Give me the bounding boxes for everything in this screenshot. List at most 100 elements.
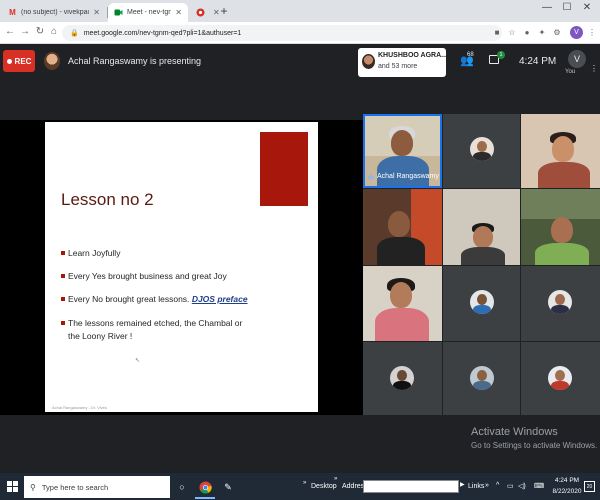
star-icon[interactable]: ☆ — [507, 28, 517, 37]
extension-icon[interactable]: ✦ — [537, 28, 547, 37]
person-head — [473, 226, 493, 248]
slide-bullet: The lessons remained etched, the Chambal… — [61, 317, 246, 343]
keyboard-icon[interactable]: ⌨ — [534, 482, 544, 490]
record-dot-icon — [6, 58, 12, 64]
chat-badge: 1 — [497, 51, 505, 59]
self-avatar[interactable]: V — [568, 50, 586, 68]
home-icon[interactable]: ⌂ — [48, 26, 60, 37]
presenter-avatar — [44, 52, 60, 70]
address-toolbar-input[interactable] — [363, 480, 459, 493]
toolbar-expand-icon[interactable]: » — [303, 480, 306, 486]
minimize-icon[interactable]: — — [540, 2, 554, 13]
speaking-icon — [368, 174, 374, 180]
address-bar-row: ← → ↻ ⌂ 🔒 meet.google.com/nev-tgnm-qed?p… — [0, 22, 600, 44]
more-menu-icon[interactable]: ⋮ — [587, 28, 597, 37]
network-icon[interactable]: ▭ — [507, 482, 514, 490]
tab-title: Meet - nev-tgnm-qed — [127, 9, 172, 16]
slide-footer: Achal Rangaswamy - Dr. Vivek — [52, 405, 107, 410]
reload-icon[interactable]: ↻ — [34, 26, 46, 37]
video-tile[interactable] — [521, 189, 600, 265]
url-text: meet.google.com/nev-tgnm-qed?pli=1&authu… — [83, 29, 242, 37]
video-tile[interactable] — [521, 342, 600, 415]
person-head — [391, 130, 413, 156]
url-input[interactable]: 🔒 meet.google.com/nev-tgnm-qed?pli=1&aut… — [62, 25, 502, 41]
pinned-app-icon[interactable]: ✎ — [218, 476, 238, 498]
person-head — [390, 282, 412, 308]
video-tile[interactable] — [443, 114, 520, 188]
person-head — [388, 211, 410, 237]
links-toolbar-label[interactable]: Links — [468, 483, 484, 490]
slide-bullet: Every Yes brought business and great Joy — [61, 270, 251, 283]
lock-icon: 🔒 — [70, 30, 79, 37]
settings-icon[interactable]: ⚙ — [552, 28, 562, 37]
tray-time[interactable]: 4:24 PM — [550, 477, 584, 484]
slide-accent-block — [260, 132, 308, 206]
close-icon[interactable]: ✕ — [93, 8, 100, 17]
chrome-taskbar-icon[interactable] — [195, 476, 215, 498]
video-tile[interactable] — [443, 342, 520, 415]
go-icon[interactable]: ▶ — [460, 481, 465, 488]
video-tile[interactable] — [443, 266, 520, 341]
person-head — [552, 136, 574, 162]
camera-icon[interactable]: ■ — [492, 28, 502, 37]
video-tile[interactable] — [443, 189, 520, 265]
toolbar-expand-icon[interactable]: » — [334, 476, 337, 482]
joined-name: KHUSHBOO AGRA... — [378, 52, 447, 59]
joined-more: and 53 more — [378, 63, 418, 70]
taskbar-search-input[interactable]: ⚲ Type here to search — [24, 476, 170, 498]
joined-notification[interactable]: KHUSHBOO AGRA... and 53 more — [358, 48, 447, 77]
participant-avatar — [548, 290, 572, 314]
notification-center-icon[interactable]: 20 — [584, 481, 595, 492]
person-head — [551, 217, 573, 243]
self-label: You — [565, 69, 576, 75]
mouse-cursor: ↖ — [135, 358, 141, 364]
person-body — [377, 237, 425, 265]
participant-avatar — [470, 366, 494, 390]
participant-avatar — [470, 290, 494, 314]
back-icon[interactable]: ← — [4, 26, 16, 37]
active-app-indicator — [195, 497, 215, 499]
video-tile[interactable] — [363, 189, 442, 265]
slide-bullet: Learn Joyfully — [61, 247, 251, 260]
activate-windows-subtitle: Go to Settings to activate Windows. — [471, 441, 598, 450]
recording-indicator: REC — [3, 50, 35, 72]
tab-title: (no subject) - vivekpachauri@it... — [21, 9, 89, 16]
record-icon — [196, 8, 205, 17]
tab-gmail[interactable]: M (no subject) - vivekpachauri@it... ✕ — [2, 3, 106, 22]
video-tile[interactable] — [363, 342, 442, 415]
desktop-toolbar-label[interactable]: Desktop — [311, 483, 337, 490]
video-tile[interactable] — [521, 266, 600, 341]
tab-recorder[interactable]: ✕ — [190, 3, 220, 22]
speaker-name-tag: Achal Rangaswamy — [377, 173, 439, 180]
tray-up-arrow-icon[interactable]: ^ — [496, 482, 499, 489]
more-options-icon[interactable]: ⋮ — [590, 64, 598, 73]
task-view-icon[interactable]: ○ — [172, 476, 192, 498]
forward-icon[interactable]: → — [19, 26, 31, 37]
video-tile[interactable] — [521, 114, 600, 188]
record-extension-icon[interactable]: ● — [522, 28, 532, 37]
person-body — [377, 156, 429, 186]
meet-icon — [114, 8, 123, 17]
tab-meet[interactable]: Meet - nev-tgnm-qed ✕ — [108, 3, 188, 22]
tray-date[interactable]: 8/22/2020 — [550, 488, 584, 495]
video-tile[interactable] — [363, 266, 442, 341]
profile-avatar[interactable]: V — [570, 26, 583, 39]
close-window-icon[interactable]: ✕ — [580, 2, 594, 13]
browser-tab-strip: M (no subject) - vivekpachauri@it... ✕ M… — [0, 0, 600, 22]
windows-start-icon[interactable] — [7, 481, 18, 492]
bullet-marker — [61, 274, 65, 278]
person-body — [375, 308, 429, 341]
presenting-text: Achal Rangaswamy is presenting — [68, 56, 202, 66]
new-tab-button[interactable]: + — [218, 4, 230, 18]
participant-avatar — [390, 366, 414, 390]
toolbar-expand-icon[interactable]: » — [485, 482, 489, 489]
search-placeholder: Type here to search — [41, 482, 109, 492]
djos-preface-link[interactable]: DJOS preface — [192, 294, 248, 304]
people-count: 68 — [467, 52, 474, 58]
close-icon[interactable]: ✕ — [175, 8, 182, 17]
bullet-marker — [61, 251, 65, 255]
search-icon: ⚲ — [30, 482, 36, 492]
joined-avatar — [362, 54, 375, 69]
maximize-icon[interactable]: ☐ — [560, 2, 574, 13]
volume-icon[interactable]: ◁) — [518, 482, 526, 490]
